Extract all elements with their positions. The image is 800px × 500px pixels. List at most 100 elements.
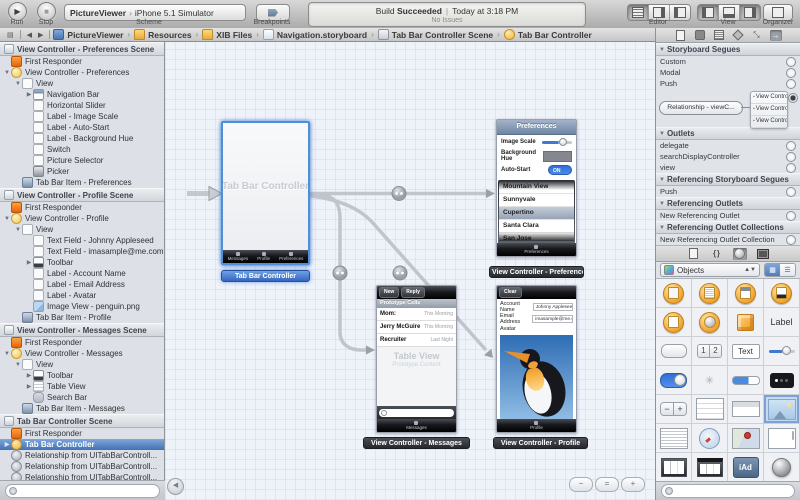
library-item-text-view[interactable] [656,424,692,453]
library-item-round-rect-button[interactable] [656,337,692,366]
quick-help-icon[interactable] [694,30,706,41]
table-row[interactable]: Mom:This Morning [377,308,456,321]
preferences-canvas-label[interactable]: View Controller - Preferences [489,266,584,278]
new-button[interactable]: New [379,287,399,298]
outline-collapse-button[interactable]: ◀ [167,478,184,495]
relationship-pill[interactable]: Relationship - viewC... [659,101,743,115]
library-item-text-field[interactable]: Text [728,337,764,366]
library-item-map-view[interactable] [728,424,764,453]
connection-well-filled[interactable] [788,93,798,103]
disclosure-triangle[interactable]: ▼ [659,201,665,207]
library-item-slider[interactable] [764,337,800,366]
file-inspector-icon[interactable] [675,30,687,41]
outline-item[interactable]: ▼View [0,359,164,370]
outline-item[interactable]: Tab Bar Item - Preferences [0,177,164,188]
segue-badge[interactable] [392,187,406,201]
connection-well[interactable] [786,57,796,67]
utilities-toggle-button[interactable] [740,5,760,20]
outline-item[interactable]: Switch [0,144,164,155]
tab-item-profile[interactable]: Profile [530,421,543,431]
relationship-target[interactable]: View Controlle... [751,116,787,128]
disclosure-triangle[interactable]: ▶ [3,441,11,448]
connections-inspector-icon[interactable]: → [770,30,782,41]
outline-item[interactable]: ▼View Controller - Preferences [0,67,164,78]
library-filter-field[interactable] [661,484,795,498]
zoom-out-button[interactable]: − [569,477,593,492]
storyboard-canvas[interactable]: Tab Bar Controller Messages Profile Prefer… [165,42,655,500]
outline-item[interactable]: Relationship from UITabBarControll... [0,450,164,461]
picker-row[interactable]: Cupertino [499,207,574,220]
disclosure-triangle[interactable]: ▼ [14,362,22,368]
outline-item[interactable]: Search Bar [0,392,164,403]
outline-item[interactable]: Label - Account Name [0,268,164,279]
tab-item-messages[interactable]: Messages [406,421,427,431]
outline-item[interactable]: First Responder [0,428,164,439]
table-row[interactable]: Jerry McGuireThis Morning [377,321,456,334]
tab-item-messages[interactable]: Messages [228,252,249,262]
code-snippet-library-icon[interactable]: { } [710,248,724,260]
library-item-web-view[interactable] [692,424,728,453]
scene-header[interactable]: View Controller - Profile Scene [0,188,164,202]
outline-item[interactable]: Image View - penguin.png [0,301,164,312]
tab-bar-controller-canvas-label[interactable]: Tab Bar Controller [221,270,310,282]
breadcrumb-item[interactable]: PictureViewer [53,29,123,40]
outline-item[interactable]: Horizontal Slider [0,100,164,111]
library-item-picker-view[interactable] [656,453,692,482]
connection-row[interactable]: searchDisplayController [656,151,800,162]
connection-row[interactable]: view [656,162,800,173]
library-item-table-view-controller[interactable] [692,279,728,308]
outline-item[interactable]: First Responder [0,56,164,67]
tab-item-preferences[interactable]: Preferences [524,245,548,255]
auto-start-switch[interactable]: ON [548,165,572,175]
library-item-tab-bar-controller[interactable] [764,279,800,308]
disclosure-triangle[interactable]: ▶ [25,372,33,379]
library-item-ad-banner-view[interactable]: iAd [728,453,764,482]
connection-row[interactable]: New Referencing Outlet Collection [656,234,800,245]
messages-device[interactable]: NewReply Prototype Cells Mom:This Mornin… [376,285,457,433]
disclosure-triangle[interactable]: ▼ [14,81,22,87]
connection-well[interactable] [786,187,796,197]
zoom-fit-button[interactable]: = [595,477,619,492]
inspector-section-header[interactable]: ▼Referencing Outlets [656,197,800,210]
outline-item[interactable]: ▶Navigation Bar [0,89,164,100]
connection-row[interactable]: delegate [656,140,800,151]
navigator-toggle-button[interactable] [698,5,719,20]
inspector-section-header[interactable]: ▼Referencing Storyboard Segues [656,173,800,186]
outline-item[interactable]: Text Field - Johnny Appleseed [0,235,164,246]
reply-button[interactable]: Reply [401,287,425,298]
connection-well[interactable] [786,211,796,221]
back-arrow-icon[interactable]: ◀ [27,31,32,39]
library-item-glkit-view[interactable] [764,453,800,482]
image-scale-slider[interactable] [542,141,572,144]
outline-item[interactable]: First Responder [0,202,164,213]
connection-well[interactable] [786,79,796,89]
inspector-section-header[interactable]: ▼Storyboard Segues [656,43,800,56]
library-group-dropdown[interactable]: Objects ▲▼ [660,263,760,277]
outline-item[interactable]: Label - Background Hue [0,133,164,144]
library-item-progress-view[interactable] [728,366,764,395]
object-library-icon[interactable] [733,248,747,260]
identity-inspector-icon[interactable] [713,30,725,41]
connection-row[interactable]: Modal [656,67,800,78]
outline-item[interactable]: Picture Selector [0,155,164,166]
scene-header[interactable]: View Controller - Preferences Scene [0,42,164,56]
relationship-target[interactable]: View Controlle... [751,92,787,104]
clear-button[interactable]: Clear [499,287,522,298]
list-view-icon[interactable]: ☰ [780,264,795,276]
related-items-icon[interactable]: ▤ [7,31,14,39]
picker-row[interactable]: Santa Clara [499,220,574,233]
background-hue-well[interactable] [543,151,572,162]
breadcrumb-item[interactable]: Tab Bar Controller Scene [378,29,493,40]
assistant-editor-button[interactable] [649,5,670,20]
segue-badge[interactable] [393,266,407,280]
zoom-in-button[interactable]: + [621,477,645,492]
tab-item-profile[interactable]: Profile [257,252,270,262]
disclosure-triangle[interactable]: ▼ [659,177,665,183]
connection-well[interactable] [786,141,796,151]
outline-item[interactable]: Tab Bar Item - Profile [0,312,164,323]
outline-item[interactable]: Label - Auto-Start [0,122,164,133]
disclosure-triangle[interactable]: ▼ [14,227,22,233]
messages-canvas-label[interactable]: View Controller - Messages [363,437,470,449]
city-picker[interactable]: Mountain ViewSunnyvaleCupertinoSanta Cla… [498,180,575,244]
outline-item[interactable]: ▶Toolbar [0,370,164,381]
